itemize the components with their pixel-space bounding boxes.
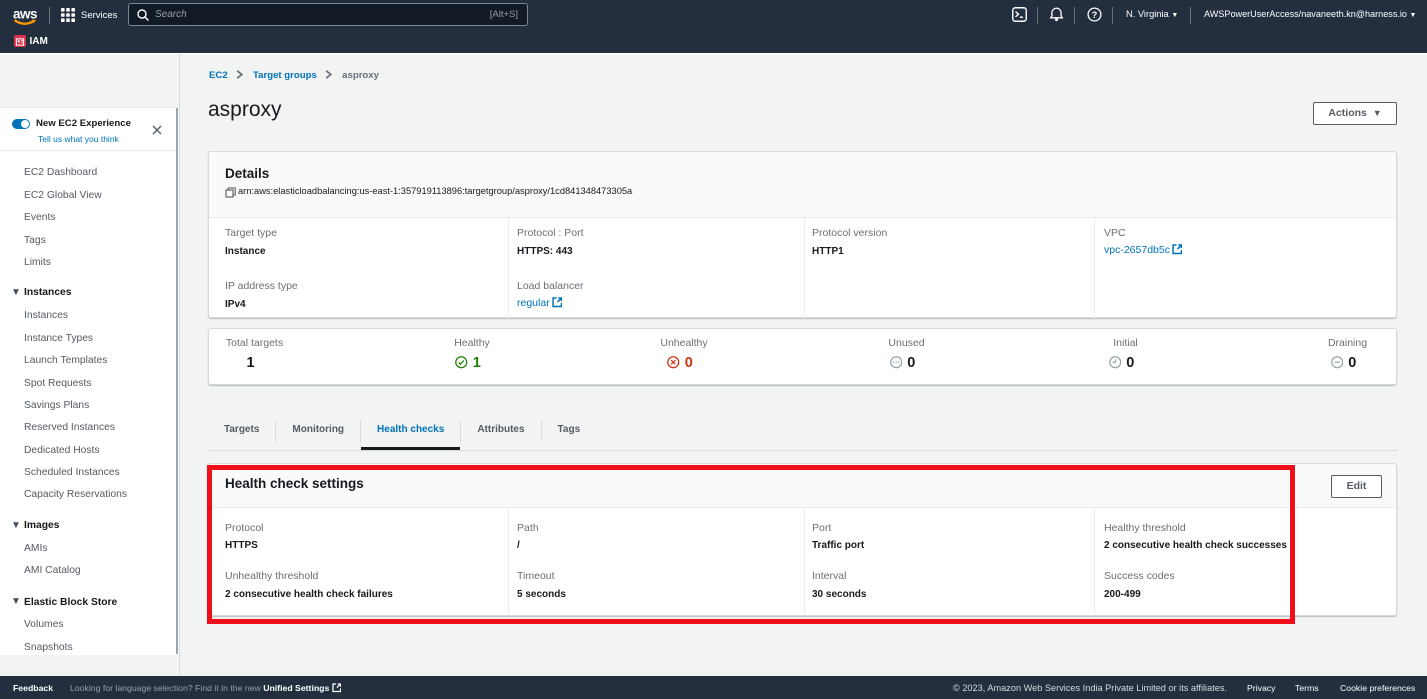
svg-text:?: ? bbox=[1092, 10, 1098, 20]
svg-text:aws: aws bbox=[13, 7, 37, 22]
